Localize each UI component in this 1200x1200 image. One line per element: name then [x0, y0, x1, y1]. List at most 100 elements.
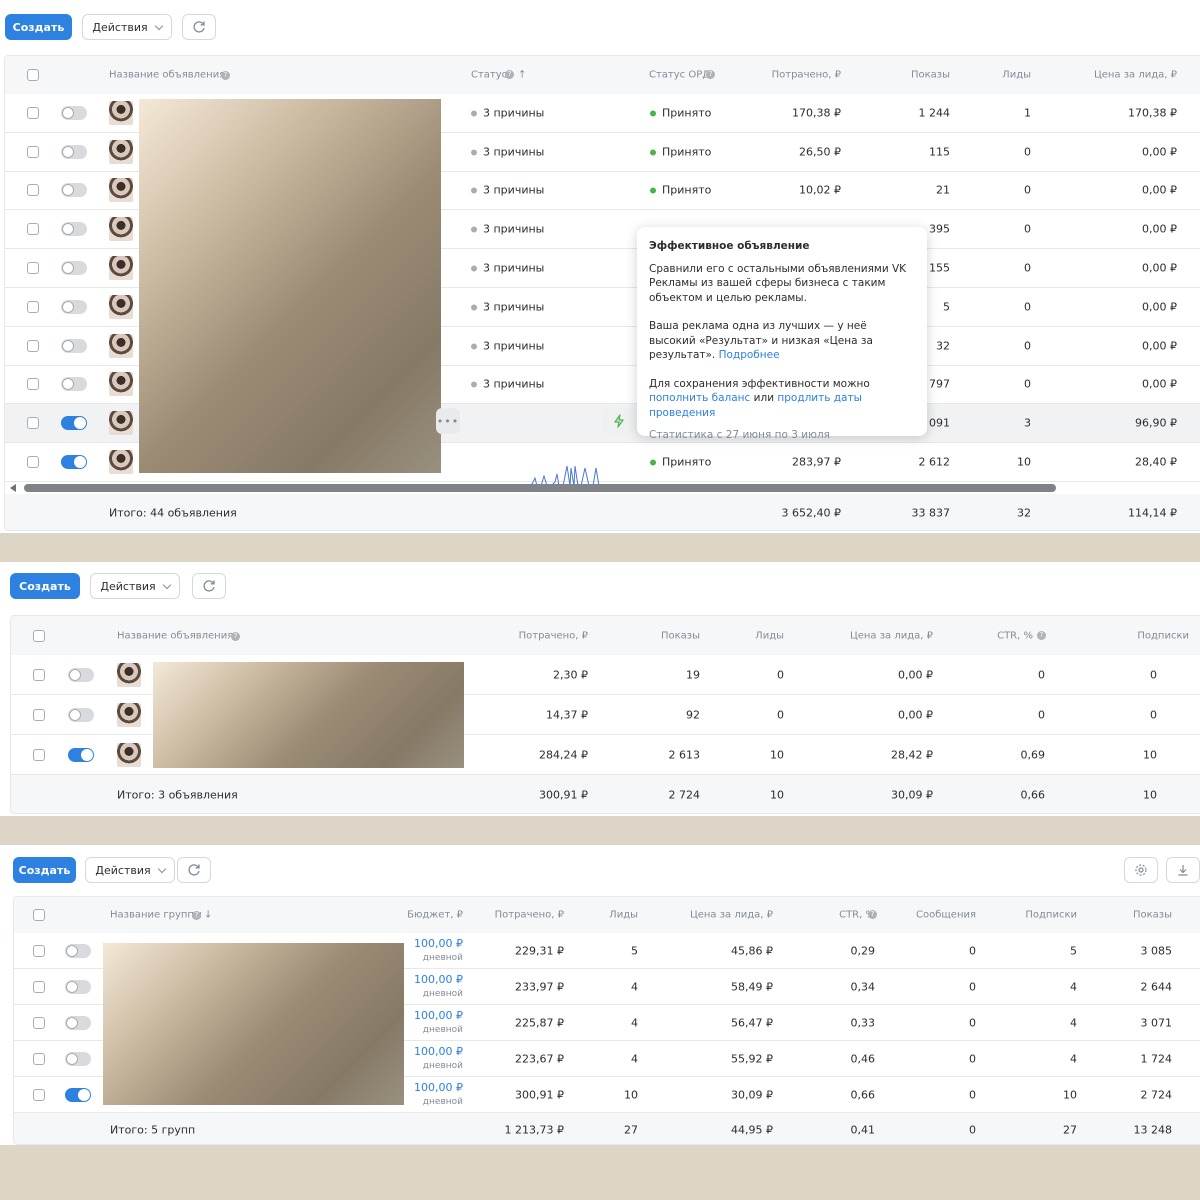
status-reasons[interactable]: 3 причины	[471, 262, 544, 275]
col-spent[interactable]: Потрачено, ₽	[495, 910, 564, 921]
col-shows[interactable]: Показы	[661, 630, 700, 641]
sort-arrow-icon[interactable]: ↓	[204, 910, 212, 921]
row-checkbox[interactable]	[27, 456, 39, 469]
col-shows[interactable]: Показы	[1133, 910, 1172, 921]
refresh-button[interactable]	[182, 14, 216, 40]
row-more-menu[interactable]: •••	[436, 408, 460, 434]
actions-dropdown[interactable]: Действия	[85, 857, 175, 883]
budget-cell[interactable]: 100,00 ₽ дневной	[414, 1080, 463, 1110]
actions-dropdown[interactable]: Действия	[82, 14, 172, 40]
effective-ad-badge[interactable]	[602, 408, 636, 434]
top-up-balance-link[interactable]: пополнить баланс	[649, 392, 750, 404]
ad-toggle[interactable]	[68, 707, 94, 722]
budget-value[interactable]: 100,00 ₽	[414, 972, 463, 987]
create-button[interactable]: Создать	[13, 857, 76, 883]
ad-toggle[interactable]	[61, 183, 87, 198]
budget-cell[interactable]: 100,00 ₽ дневной	[414, 1044, 463, 1074]
help-icon[interactable]: ?	[706, 70, 715, 79]
row-checkbox[interactable]	[33, 1016, 45, 1029]
row-checkbox[interactable]	[27, 223, 39, 236]
ad-toggle[interactable]	[61, 261, 87, 276]
help-icon[interactable]: ?	[505, 70, 514, 79]
group-toggle[interactable]	[65, 1015, 91, 1030]
group-toggle[interactable]	[65, 1051, 91, 1066]
ad-toggle[interactable]	[61, 455, 87, 470]
col-spent[interactable]: Потрачено, ₽	[519, 630, 588, 641]
budget-value[interactable]: 100,00 ₽	[414, 1008, 463, 1023]
row-checkbox[interactable]	[27, 106, 39, 119]
col-leads[interactable]: Лиды	[609, 910, 638, 921]
ad-toggle[interactable]	[61, 144, 87, 159]
col-shows[interactable]: Показы	[911, 70, 950, 81]
group-toggle[interactable]	[65, 1087, 91, 1102]
row-checkbox[interactable]	[33, 944, 45, 957]
row-checkbox[interactable]	[33, 668, 45, 681]
sort-arrow-icon[interactable]: ↑	[518, 70, 526, 81]
row-checkbox[interactable]	[33, 748, 45, 761]
row-checkbox[interactable]	[27, 184, 39, 197]
group-toggle[interactable]	[65, 979, 91, 994]
budget-cell[interactable]: 100,00 ₽ дневной	[414, 972, 463, 1002]
status-reasons[interactable]: 3 причины	[471, 300, 544, 313]
row-checkbox[interactable]	[27, 262, 39, 275]
ad-toggle[interactable]	[61, 416, 87, 431]
col-lead-price[interactable]: Цена за лида, ₽	[1094, 70, 1177, 81]
row-checkbox[interactable]	[27, 417, 39, 430]
refresh-button[interactable]	[177, 857, 211, 883]
col-lead-price[interactable]: Цена за лида, ₽	[850, 630, 933, 641]
scroll-left-arrow[interactable]	[10, 484, 16, 492]
ad-toggle[interactable]	[61, 377, 87, 392]
help-icon[interactable]: ?	[221, 71, 230, 80]
budget-value[interactable]: 100,00 ₽	[414, 1044, 463, 1059]
row-checkbox[interactable]	[33, 980, 45, 993]
row-checkbox[interactable]	[27, 339, 39, 352]
ad-toggle[interactable]	[68, 747, 94, 762]
ad-toggle[interactable]	[61, 222, 87, 237]
create-button[interactable]: Создать	[5, 14, 72, 40]
row-checkbox[interactable]	[27, 300, 39, 313]
ad-toggle[interactable]	[68, 667, 94, 682]
budget-cell[interactable]: 100,00 ₽ дневной	[414, 1008, 463, 1038]
ad-toggle[interactable]	[61, 105, 87, 120]
ad-toggle[interactable]	[61, 299, 87, 314]
select-all-checkbox[interactable]	[27, 69, 39, 81]
help-icon[interactable]: ?	[192, 911, 201, 920]
ad-toggle[interactable]	[61, 338, 87, 353]
actions-dropdown[interactable]: Действия	[90, 573, 180, 599]
create-button[interactable]: Создать	[10, 573, 80, 599]
budget-value[interactable]: 100,00 ₽	[414, 1080, 463, 1095]
help-icon[interactable]: ?	[868, 910, 877, 919]
status-reasons[interactable]: 3 причины	[471, 378, 544, 391]
refresh-button[interactable]	[192, 573, 226, 599]
download-button[interactable]	[1166, 857, 1200, 883]
status-reasons[interactable]: 3 причины	[471, 106, 544, 119]
col-spent[interactable]: Потрачено, ₽	[772, 70, 841, 81]
col-lead-price[interactable]: Цена за лида, ₽	[690, 910, 773, 921]
group-toggle[interactable]	[65, 943, 91, 958]
col-status[interactable]: Статус	[471, 70, 507, 81]
help-icon[interactable]: ?	[231, 632, 240, 641]
col-subscriptions[interactable]: Подписки	[1025, 910, 1077, 921]
row-checkbox[interactable]	[33, 708, 45, 721]
col-messages[interactable]: Сообщения	[916, 910, 976, 921]
select-all-checkbox[interactable]	[33, 909, 45, 921]
more-link[interactable]: Подробнее	[719, 349, 780, 361]
budget-cell[interactable]: 100,00 ₽ дневной	[414, 936, 463, 966]
settings-button[interactable]	[1124, 857, 1158, 883]
col-leads[interactable]: Лиды	[755, 630, 784, 641]
row-checkbox[interactable]	[27, 145, 39, 158]
select-all-checkbox[interactable]	[33, 629, 45, 642]
status-reasons[interactable]: 3 причины	[471, 184, 544, 197]
col-leads[interactable]: Лиды	[1002, 70, 1031, 81]
row-checkbox[interactable]	[33, 1088, 45, 1101]
row-checkbox[interactable]	[33, 1052, 45, 1065]
help-icon[interactable]: ?	[1037, 631, 1046, 640]
status-reasons[interactable]: 3 причины	[471, 223, 544, 236]
budget-value[interactable]: 100,00 ₽	[414, 936, 463, 951]
horizontal-scrollbar[interactable]	[24, 484, 1056, 492]
col-budget[interactable]: Бюджет, ₽	[407, 910, 463, 921]
status-reasons[interactable]: 3 причины	[471, 145, 544, 158]
col-subscriptions[interactable]: Подписки	[1137, 630, 1189, 641]
status-reasons[interactable]: 3 причины	[471, 339, 544, 352]
col-ctr[interactable]: CTR, %	[997, 630, 1033, 641]
